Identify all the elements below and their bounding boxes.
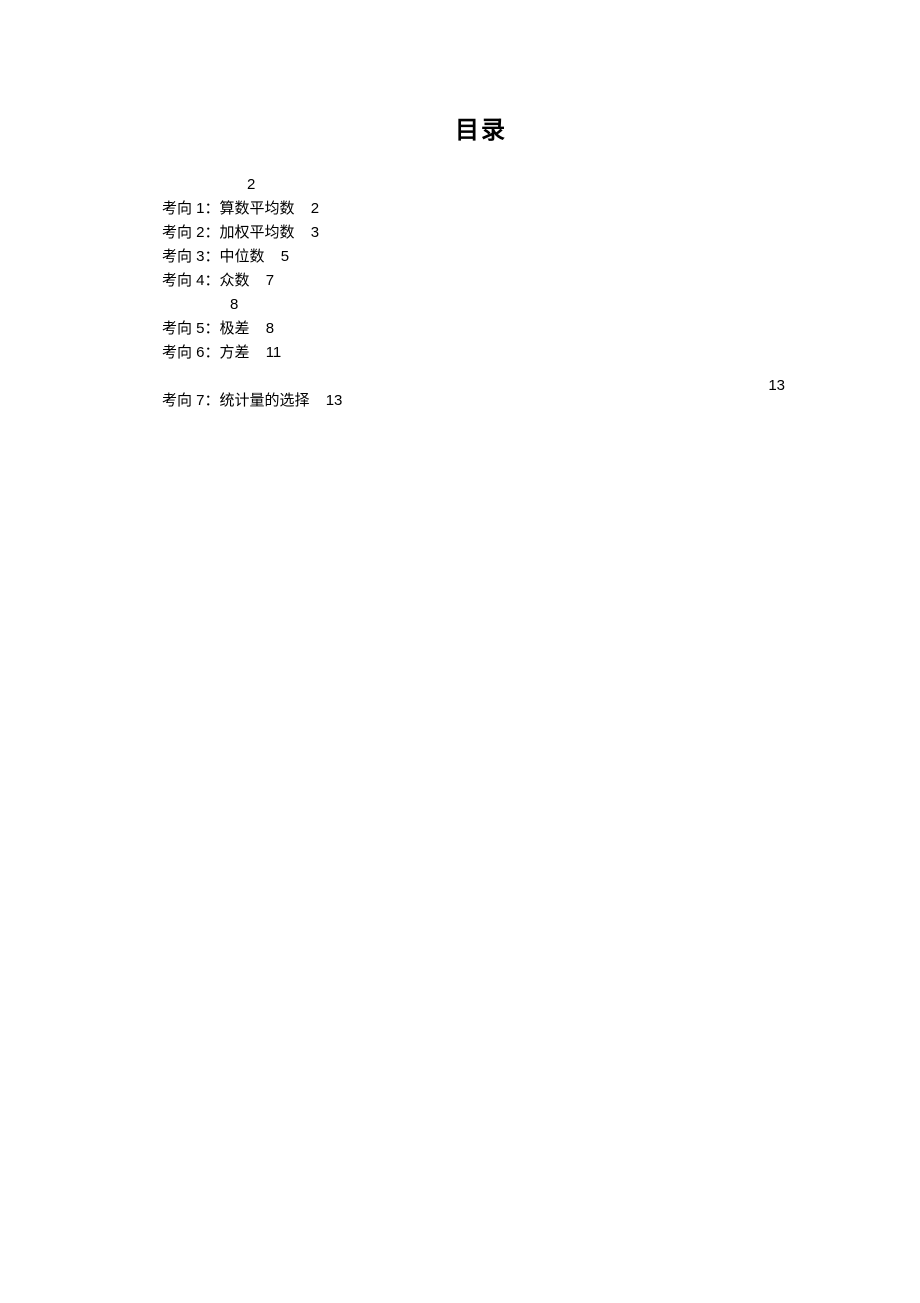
toc-entry: 考向 3：中位数 5 <box>162 245 800 269</box>
toc-body: 2 考向 1：算数平均数 2 考向 2：加权平均数 3 考向 3：中位数 5 考… <box>162 173 800 413</box>
toc-page-number: 3 <box>311 224 319 241</box>
toc-page-number: 2 <box>247 176 255 193</box>
toc-entry: 考向 6：方差 11 <box>162 341 800 365</box>
toc-page-number: 11 <box>266 344 282 361</box>
toc-entry-label: 考向 3：中位数 <box>162 248 265 265</box>
toc-entry-label: 考向 7：统计量的选择 <box>162 392 310 409</box>
toc-right-page-number: 13 <box>768 377 785 394</box>
toc-page-number: 2 <box>311 200 319 217</box>
toc-section-header: 8 <box>162 293 800 317</box>
toc-entry: 考向 1：算数平均数 2 <box>162 197 800 221</box>
toc-title: 目录 <box>162 110 800 145</box>
toc-section-header: 2 <box>162 173 800 197</box>
toc-page-number: 8 <box>230 296 238 313</box>
toc-gap <box>162 365 800 389</box>
toc-page-number: 13 <box>326 392 343 409</box>
document-page: 目录 2 考向 1：算数平均数 2 考向 2：加权平均数 3 考向 3：中位数 … <box>0 0 920 413</box>
toc-entry-label: 考向 1：算数平均数 <box>162 200 295 217</box>
toc-entry-label: 考向 6：方差 <box>162 344 250 361</box>
toc-entry: 考向 4：众数 7 <box>162 269 800 293</box>
toc-page-number: 8 <box>266 320 274 337</box>
toc-page-number: 7 <box>266 272 274 289</box>
toc-entry: 考向 2：加权平均数 3 <box>162 221 800 245</box>
toc-entry: 考向 7：统计量的选择 13 <box>162 389 800 413</box>
toc-page-number: 5 <box>281 248 289 265</box>
toc-entry-label: 考向 4：众数 <box>162 272 250 289</box>
toc-entry-label: 考向 2：加权平均数 <box>162 224 295 241</box>
toc-entry: 考向 5：极差 8 <box>162 317 800 341</box>
toc-entry-label: 考向 5：极差 <box>162 320 250 337</box>
